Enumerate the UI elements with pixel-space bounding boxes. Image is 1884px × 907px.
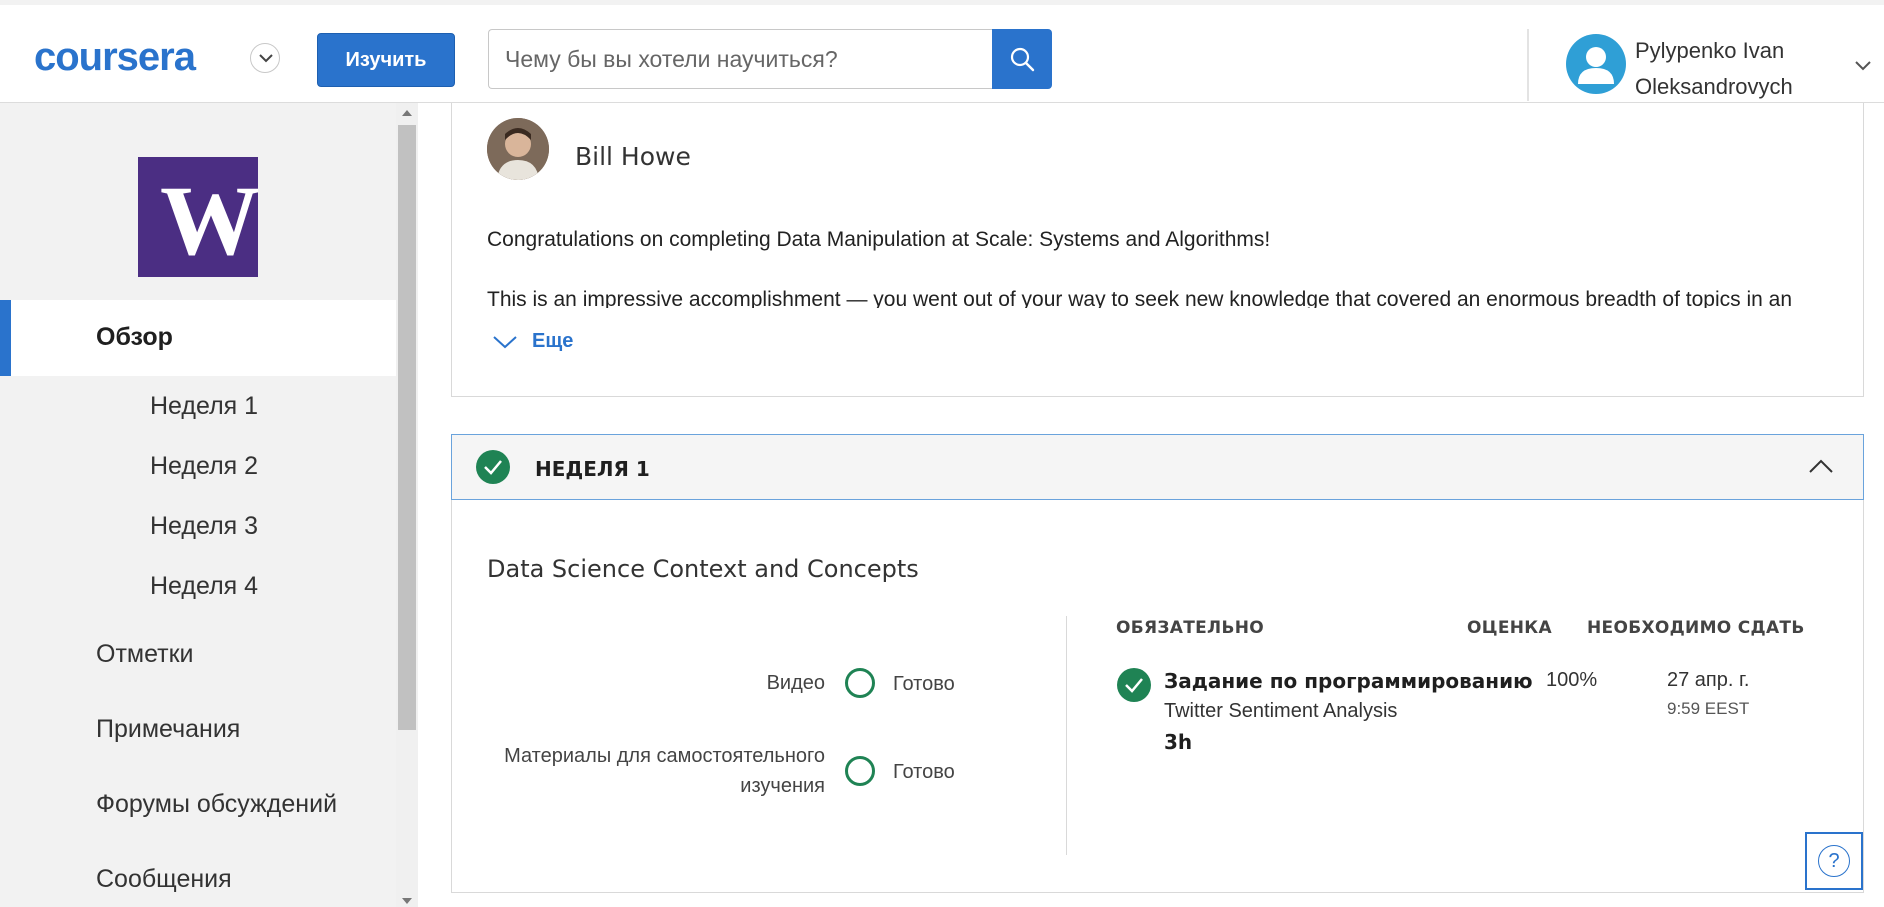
message-text: Congratulations on completing Data Manip…: [487, 228, 1271, 251]
sidebar-item-week-1[interactable]: Неделя 1: [150, 392, 258, 421]
explore-button[interactable]: Изучить: [317, 33, 455, 87]
user-avatar[interactable]: [1566, 34, 1626, 94]
sidebar-item-messages[interactable]: Сообщения: [96, 865, 232, 894]
help-icon: ?: [1818, 845, 1850, 877]
assignment-title[interactable]: Задание по программированию: [1164, 669, 1533, 693]
week-title: НЕДЕЛЯ 1: [535, 457, 650, 481]
search-icon: [1010, 47, 1035, 72]
sidebar-item-active-bg: [0, 300, 396, 376]
column-header-grade: ОЦЕНКА: [1467, 618, 1552, 638]
assignment-grade: 100%: [1546, 669, 1598, 691]
assignment-subtitle[interactable]: Twitter Sentiment Analysis: [1164, 700, 1397, 723]
scroll-down-icon[interactable]: [402, 897, 412, 905]
week-section-header[interactable]: [451, 434, 1864, 500]
user-name[interactable]: Pylypenko Ivan Oleksandrovych: [1635, 33, 1835, 105]
search-input[interactable]: [488, 29, 992, 89]
sidebar-item-overview[interactable]: Обзор: [96, 323, 173, 352]
assignment-duration: 3h: [1164, 730, 1193, 754]
sidebar-item-week-4[interactable]: Неделя 4: [150, 572, 258, 601]
column-header-due: НЕОБХОДИМО СДАТЬ: [1587, 618, 1805, 638]
show-more-button[interactable]: Еще: [492, 330, 573, 353]
chevron-up-icon[interactable]: [1808, 458, 1834, 474]
instructor-name: Bill Howe: [575, 142, 691, 171]
help-button[interactable]: ?: [1805, 832, 1863, 890]
progress-ring-icon: [845, 668, 875, 698]
assignment-due-date: 27 апр. г.: [1667, 669, 1750, 691]
assignment-due-time: 9:59 EEST: [1667, 699, 1750, 718]
chevron-down-icon: [493, 335, 517, 348]
chevron-down-icon: [259, 54, 273, 63]
column-divider: [1066, 616, 1067, 855]
sidebar-item-grades[interactable]: Отметки: [96, 640, 194, 669]
user-icon: [1578, 47, 1614, 84]
logo-dropdown-button[interactable]: [250, 43, 280, 73]
message-text-truncated: This is an impressive accomplishment — y…: [487, 288, 1793, 308]
show-more-label: Еще: [532, 330, 574, 352]
progress-status-video: Готово: [893, 673, 955, 695]
completed-check-icon: [476, 450, 510, 484]
coursera-logo[interactable]: coursera: [34, 35, 196, 80]
sidebar-item-notes[interactable]: Примечания: [96, 715, 240, 744]
person-photo-icon: [487, 118, 549, 180]
header-divider: [1527, 29, 1529, 101]
top-header: coursera Изучить Pylypenko Ivan Oleksand…: [0, 0, 1884, 103]
progress-label-video: Видео: [766, 672, 825, 694]
column-header-required: ОБЯЗАТЕЛЬНО: [1116, 618, 1264, 638]
scrollbar-thumb[interactable]: [398, 125, 416, 730]
module-title[interactable]: Data Science Context and Concepts: [487, 555, 919, 583]
course-sidebar: W: [0, 103, 396, 907]
completed-check-icon: [1117, 668, 1151, 702]
scroll-up-icon[interactable]: [402, 109, 412, 117]
sidebar-item-forums[interactable]: Форумы обсуждений: [96, 790, 337, 819]
search-button[interactable]: [992, 29, 1052, 89]
university-logo: W: [138, 157, 258, 277]
progress-ring-icon: [845, 756, 875, 786]
sidebar-item-week-2[interactable]: Неделя 2: [150, 452, 258, 481]
chevron-down-icon[interactable]: [1854, 60, 1872, 72]
instructor-avatar: [487, 118, 549, 180]
progress-status-readings: Готово: [893, 761, 955, 783]
progress-label-readings: Материалы для самостоятельного изучения: [504, 745, 825, 797]
sidebar-item-week-3[interactable]: Неделя 3: [150, 512, 258, 541]
